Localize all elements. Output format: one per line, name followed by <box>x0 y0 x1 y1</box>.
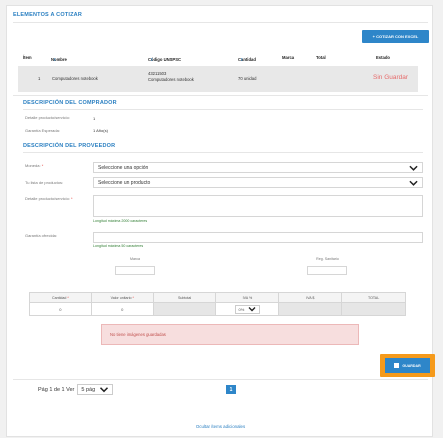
sort-icon[interactable]: ⇕ <box>53 57 57 62</box>
divider <box>13 95 428 96</box>
quantity-input[interactable]: 0 <box>29 302 92 316</box>
total-cell <box>341 302 406 316</box>
warranty-input[interactable] <box>93 232 423 243</box>
table-row[interactable]: 1 Computadores notebook 43211503 Computa… <box>18 66 418 92</box>
quote-with-excel-button[interactable]: + COTIZAR CON EXCEL <box>362 30 429 43</box>
divider <box>13 379 428 380</box>
buyer-warranty-label: Garantía Esperada: <box>25 128 60 133</box>
currency-label: Moneda: * <box>25 163 44 168</box>
products-label: Tu lista de productos: <box>25 180 64 185</box>
header-total: Total <box>316 54 326 60</box>
items-table-header: Ítem Nombre ⇕ Código UNSPSC ⇕ Cantidad ⇕ Ma… <box>23 54 390 63</box>
save-icon <box>394 363 400 368</box>
chevron-down-icon <box>409 180 418 186</box>
col-total: TOTAL <box>341 292 406 303</box>
pager: Pág 1 de 1 Ver 5 pág <box>38 384 114 395</box>
brand-label: Marca <box>130 257 140 261</box>
brand-input[interactable] <box>115 266 155 275</box>
detail-hint: Longitud máxima 2000 caracteres <box>93 219 148 223</box>
divider <box>23 109 423 110</box>
col-iva-percent: IVA % <box>215 292 280 303</box>
save-button[interactable]: GUARDAR <box>385 358 430 373</box>
sort-icon[interactable]: ⇕ <box>150 57 154 62</box>
row-item: 1 <box>38 76 41 81</box>
provider-warranty-label: Garantía ofrecida: <box>25 233 58 238</box>
warranty-hint: Longitud máxima 50 caracteres <box>93 244 144 248</box>
save-highlight: GUARDAR <box>380 354 435 377</box>
unit-value-input[interactable]: 0 <box>90 302 154 316</box>
provider-section-title: DESCRIPCIÓN DEL PROVEEDOR <box>23 143 116 149</box>
chevron-down-icon <box>409 165 418 171</box>
col-subtotal: Subtotal <box>152 292 217 303</box>
status-badge: Sin Guardar <box>373 74 409 81</box>
divider <box>13 22 428 23</box>
sanitary-label: Reg. Sanitario <box>316 257 339 261</box>
sort-icon[interactable]: ⇕ <box>240 57 244 62</box>
col-quantity: Cantidad * <box>29 292 92 303</box>
header-status: Estado <box>376 54 390 60</box>
subtotal-cell <box>152 302 217 316</box>
row-code: 43211503 <box>148 71 167 76</box>
divider <box>23 152 423 153</box>
iva-select[interactable]: 0% <box>234 304 261 314</box>
sanitary-input[interactable] <box>307 266 347 275</box>
col-iva-amount: IVA $ <box>278 292 343 303</box>
hide-additional-items-link[interactable]: Ocultar ítems adicionales <box>7 424 434 429</box>
row-name: Computadores notebook <box>52 76 98 81</box>
row-quantity: 70 unidad <box>238 76 257 81</box>
buyer-section-title: DESCRIPCIÓN DEL COMPRADOR <box>23 100 117 106</box>
iva-amount-cell <box>278 302 343 316</box>
quote-items-card: ELEMENTOS A COTIZAR + COTIZAR CON EXCEL … <box>6 5 435 437</box>
detail-textarea[interactable] <box>93 195 423 217</box>
header-item: Ítem <box>23 54 32 60</box>
products-select[interactable]: Seleccione un producto <box>93 177 423 188</box>
buyer-detail-value: 1 <box>93 116 96 121</box>
buyer-detail-label: Detalle producto/servicio: <box>25 115 70 120</box>
chevron-down-icon <box>100 387 109 393</box>
pager-text: Pág 1 de 1 Ver <box>38 386 75 393</box>
currency-select[interactable]: Seleccione una opción <box>93 162 423 173</box>
chevron-down-icon <box>248 307 256 312</box>
row-code-desc: Computadores notebook <box>148 77 194 82</box>
page-button[interactable]: 1 <box>226 385 236 394</box>
iva-cell: 0% <box>215 302 280 316</box>
header-brand: Marca <box>282 54 295 60</box>
per-page-select[interactable]: 5 pág <box>77 384 114 395</box>
buyer-warranty-value: 1 Año(s) <box>93 128 108 133</box>
price-table: Cantidad * Valor unitario * Subtotal IVA… <box>29 292 406 316</box>
provider-detail-label: Detalle producto/servicio: * <box>25 196 73 201</box>
no-images-alert: No tiene imágenes guardadas <box>101 324 359 345</box>
col-unit-value: Valor unitario * <box>90 292 154 303</box>
section-title: ELEMENTOS A COTIZAR <box>13 12 82 18</box>
